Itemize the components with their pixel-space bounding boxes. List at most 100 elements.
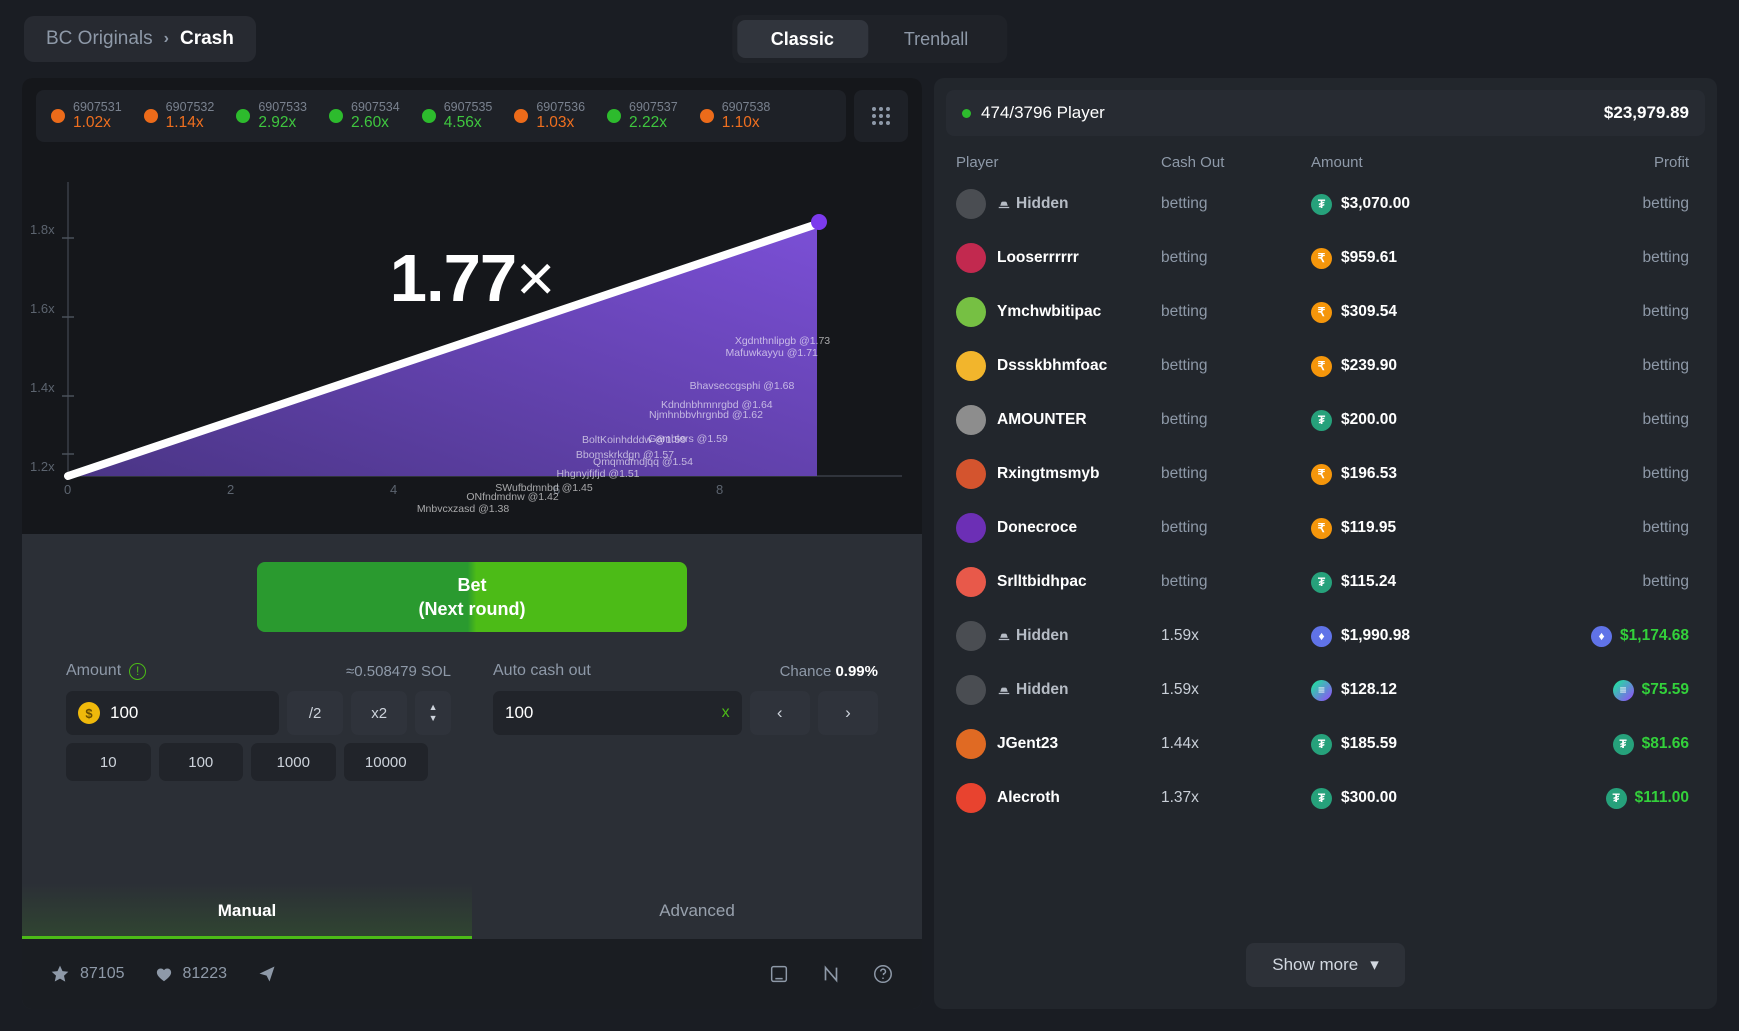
table-row[interactable]: Hidden betting ₮ $3,070.00 betting — [956, 177, 1689, 231]
avatar — [956, 405, 986, 435]
player-name: JGent23 — [997, 735, 1059, 752]
coin-icon: $ — [78, 702, 100, 724]
quick-amount-button[interactable]: 10 — [66, 743, 151, 781]
profit-currency-icon: ♦ — [1591, 625, 1613, 647]
round-status-dot — [607, 109, 622, 123]
cashout-label: BoltKoinhdddw @1.59 — [581, 434, 687, 447]
heart-icon — [156, 968, 171, 981]
amount-halve-button[interactable]: /2 — [287, 691, 344, 735]
amount-stepper[interactable]: ▲ ▼ — [415, 691, 451, 735]
x-tick-label: 0 — [64, 482, 72, 497]
tab-trenball[interactable]: Trenball — [870, 20, 1002, 58]
avatar — [956, 783, 986, 813]
tab-manual[interactable]: Manual — [22, 883, 472, 939]
amount-input[interactable] — [110, 703, 268, 723]
table-row[interactable]: Ymchwbitipac betting ₹ $309.54 betting — [956, 285, 1689, 339]
currency-icon: ₮ — [1311, 409, 1332, 431]
players-status-text: 474/3796 Player — [981, 103, 1105, 122]
bet-mode-tabs: Manual Advanced — [22, 883, 922, 939]
quick-amount-button[interactable]: 10000 — [343, 743, 428, 781]
amount-label-text: Amount — [66, 662, 122, 679]
round-status-dot — [236, 109, 251, 123]
autocash-input[interactable] — [505, 703, 712, 723]
quick-amount-button[interactable]: 100 — [158, 743, 243, 781]
players-total-amount: $23,979.89 — [1603, 103, 1689, 122]
show-more-button[interactable]: Show more ▾ — [1246, 943, 1405, 987]
round-multiplier: 1.10x — [721, 114, 760, 132]
share-stat[interactable] — [257, 964, 277, 984]
amount-double-button[interactable]: x2 — [351, 691, 408, 735]
likes-stat[interactable]: 81223 — [155, 965, 227, 984]
round-id: 6907534 — [351, 99, 400, 114]
player-name: Rxingtmsmyb — [997, 465, 1100, 482]
autocash-increase-button[interactable]: › — [817, 691, 878, 735]
table-row[interactable]: Hidden 1.59x ≡ $128.12 ≡ $75.59 — [956, 663, 1689, 717]
round-history-item[interactable]: 6907536 1.03x — [503, 100, 596, 132]
autocash-label-row: Auto cash out Chance 0.99% — [493, 662, 878, 680]
round-history-item[interactable]: 6907534 2.60x — [318, 100, 411, 132]
currency-icon: ₹ — [1311, 355, 1332, 377]
avatar — [956, 189, 986, 219]
table-row[interactable]: Srlltbidhpac betting ₮ $115.24 betting — [956, 555, 1689, 609]
profit-cell: betting — [1642, 411, 1689, 428]
bet-controls: Bet (Next round) Amount ! ≈0.508479 SOL — [22, 534, 922, 1009]
column-header-profit: Profit — [1653, 154, 1689, 171]
info-icon[interactable]: ! — [129, 662, 147, 680]
table-row[interactable]: Rxingtmsmyb betting ₹ $196.53 betting — [956, 447, 1689, 501]
autocash-input-box[interactable]: x — [493, 691, 742, 735]
cashout-label: ONfndmdnw @1.42 — [466, 491, 559, 504]
amount-cell: ₮ $300.00 — [1311, 787, 1569, 809]
player-cell: Looserrrrrr — [956, 243, 1161, 273]
player-name: Hidden — [997, 627, 1069, 645]
tab-advanced[interactable]: Advanced — [472, 883, 922, 939]
y-tick-label: 1.2x — [30, 459, 55, 474]
player-cell: Donecroce — [956, 513, 1161, 543]
round-id: 6907532 — [165, 99, 215, 114]
bet-button[interactable]: Bet (Next round) — [257, 562, 687, 632]
round-id: 6907535 — [443, 99, 493, 114]
keyboard-icon[interactable] — [768, 963, 790, 985]
avatar — [956, 675, 986, 705]
breadcrumb-root-link[interactable]: BC Originals — [46, 28, 153, 50]
history-grid-toggle-button[interactable] — [854, 90, 908, 142]
round-history-item[interactable]: 6907532 1.14x — [133, 100, 226, 132]
round-status-dot — [143, 109, 158, 123]
currency-icon: ₮ — [1311, 193, 1332, 215]
table-row[interactable]: JGent23 1.44x ₮ $185.59 ₮ $81.66 — [956, 717, 1689, 771]
amount-cell: ₹ $309.54 — [1311, 301, 1569, 323]
avatar — [956, 729, 986, 759]
amount-input-box[interactable]: $ — [66, 691, 280, 735]
table-row[interactable]: Hidden 1.59x ♦ $1,990.98 ♦ $1,174.68 — [956, 609, 1689, 663]
avatar — [956, 513, 986, 543]
round-info: 6907535 4.56x — [444, 100, 493, 132]
table-row[interactable]: Looserrrrrr betting ₹ $959.61 betting — [956, 231, 1689, 285]
currency-icon: ₮ — [1311, 733, 1332, 755]
cashout-cell: betting — [1161, 357, 1208, 374]
autocash-label: Auto cash out — [493, 662, 591, 679]
round-history-item[interactable]: 6907535 4.56x — [411, 100, 504, 132]
table-row[interactable]: Dssskbhmfoac betting ₹ $239.90 betting — [956, 339, 1689, 393]
amount-cell: ₮ $3,070.00 — [1311, 193, 1569, 215]
round-info: 6907531 1.02x — [73, 100, 122, 132]
table-row[interactable]: Alecroth 1.37x ₮ $300.00 ₮ $111.00 — [956, 771, 1689, 825]
cashout-cell: 1.37x — [1161, 789, 1199, 806]
bet-fields: Amount ! ≈0.508479 SOL $ /2 x2 — [22, 632, 922, 735]
round-history-item[interactable]: 6907538 1.10x — [689, 100, 782, 132]
chart-area: 6907531 1.02x 6907532 1.14x 6907533 2.92x 6907… — [22, 78, 922, 534]
player-cell: Alecroth — [956, 783, 1161, 813]
round-history-item[interactable]: 6907533 2.92x — [225, 100, 318, 132]
avatar — [956, 567, 986, 597]
round-id: 6907533 — [258, 99, 308, 114]
table-row[interactable]: Donecroce betting ₹ $119.95 betting — [956, 501, 1689, 555]
cashout-label: Mnbvcxzasd @1.38 — [416, 502, 510, 515]
round-history-item[interactable]: 6907537 2.22x — [596, 100, 689, 132]
round-history-item[interactable]: 6907531 1.02x — [40, 100, 133, 132]
help-icon[interactable] — [872, 963, 894, 985]
quick-amount-button[interactable]: 1000 — [251, 743, 336, 781]
favorites-stat[interactable]: 87105 — [50, 964, 125, 984]
tab-classic[interactable]: Classic — [736, 20, 868, 58]
footer-actions — [768, 963, 894, 985]
fairness-icon[interactable] — [820, 963, 842, 985]
table-row[interactable]: AMOUNTER betting ₮ $200.00 betting — [956, 393, 1689, 447]
autocash-decrease-button[interactable]: ‹ — [749, 691, 810, 735]
